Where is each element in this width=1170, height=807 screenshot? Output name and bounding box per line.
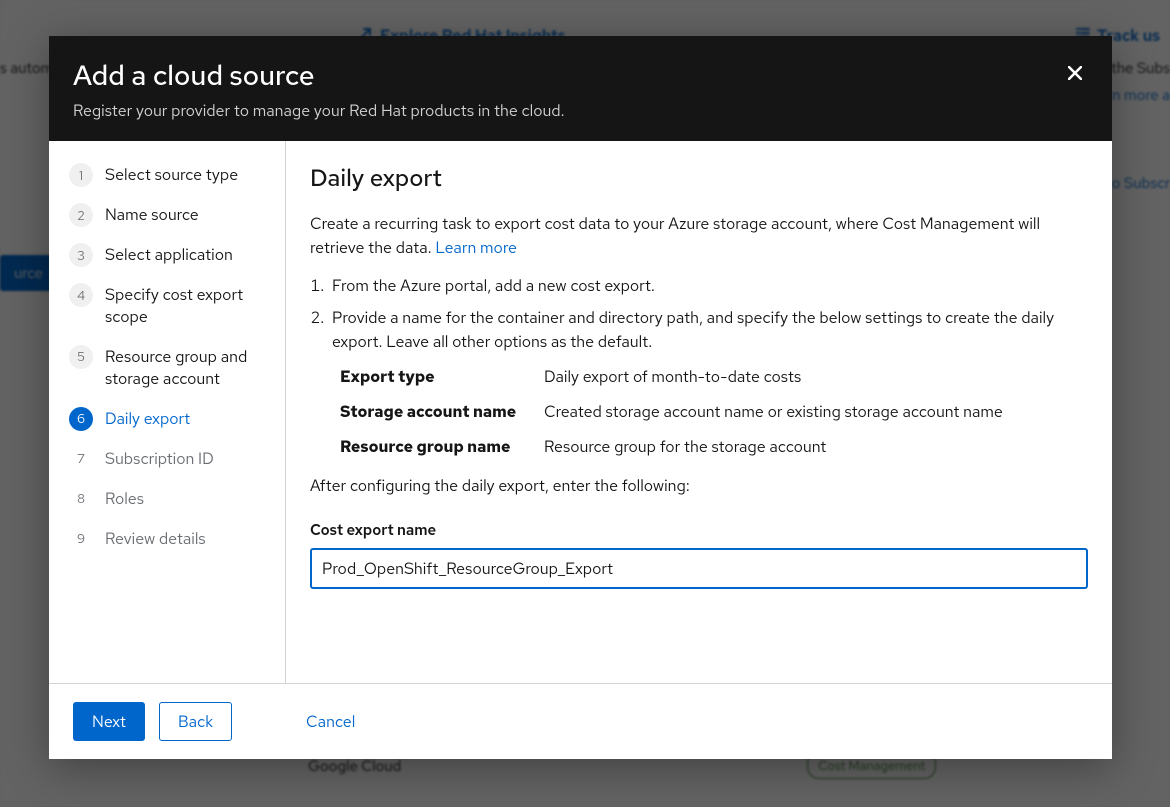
- settings-row: Export type Daily export of month-to-dat…: [340, 366, 1088, 387]
- step-number: 6: [69, 407, 93, 431]
- step-label: Select source type: [105, 163, 238, 186]
- step-select-application[interactable]: 3 Select application: [69, 243, 267, 267]
- step-daily-export[interactable]: 6 Daily export: [69, 407, 267, 431]
- step-number: 2: [69, 203, 93, 227]
- step-label: Daily export: [105, 407, 190, 430]
- content-description: Create a recurring task to export cost d…: [310, 212, 1088, 260]
- instruction-1: From the Azure portal, add a new cost ex…: [328, 274, 1088, 298]
- content-title: Daily export: [310, 163, 1088, 194]
- step-roles: 8 Roles: [69, 487, 267, 511]
- step-name-source[interactable]: 2 Name source: [69, 203, 267, 227]
- add-cloud-source-modal: Add a cloud source Register your provide…: [49, 36, 1112, 759]
- storage-account-label: Storage account name: [340, 401, 544, 422]
- instruction-2: Provide a name for the container and dir…: [328, 306, 1088, 354]
- cost-export-name-label: Cost export name: [310, 520, 1088, 540]
- resource-group-label: Resource group name: [340, 436, 544, 457]
- next-button[interactable]: Next: [73, 702, 145, 741]
- cost-export-name-input[interactable]: [310, 548, 1088, 589]
- learn-more-link[interactable]: Learn more: [435, 237, 517, 258]
- step-specify-cost-export-scope[interactable]: 4 Specify cost export scope: [69, 283, 267, 329]
- back-button[interactable]: Back: [159, 702, 232, 741]
- close-button[interactable]: [1058, 54, 1092, 92]
- export-settings-table: Export type Daily export of month-to-dat…: [340, 366, 1088, 457]
- step-number: 7: [69, 447, 93, 471]
- step-label: Specify cost export scope: [105, 283, 267, 329]
- modal-subtitle: Register your provider to manage your Re…: [73, 100, 1088, 121]
- settings-row: Storage account name Created storage acc…: [340, 401, 1088, 422]
- step-label: Roles: [105, 487, 144, 510]
- modal-title: Add a cloud source: [73, 56, 1088, 94]
- wizard-content: Daily export Create a recurring task to …: [286, 141, 1112, 683]
- export-type-value: Daily export of month-to-date costs: [544, 366, 801, 387]
- settings-row: Resource group name Resource group for t…: [340, 436, 1088, 457]
- modal-header: Add a cloud source Register your provide…: [49, 36, 1112, 141]
- description-text: Create a recurring task to export cost d…: [310, 213, 1040, 258]
- modal-body: 1 Select source type 2 Name source 3 Sel…: [49, 141, 1112, 683]
- export-type-label: Export type: [340, 366, 544, 387]
- step-label: Subscription ID: [105, 447, 214, 470]
- modal-footer: Next Back Cancel: [49, 683, 1112, 759]
- step-resource-group[interactable]: 5 Resource group and storage account: [69, 345, 267, 391]
- step-select-source-type[interactable]: 1 Select source type: [69, 163, 267, 187]
- storage-account-value: Created storage account name or existing…: [544, 401, 1003, 422]
- step-subscription-id: 7 Subscription ID: [69, 447, 267, 471]
- step-number: 1: [69, 163, 93, 187]
- step-label: Select application: [105, 243, 233, 266]
- step-label: Resource group and storage account: [105, 345, 267, 391]
- wizard-sidebar: 1 Select source type 2 Name source 3 Sel…: [49, 141, 286, 683]
- after-configuring-text: After configuring the daily export, ente…: [310, 475, 1088, 496]
- resource-group-value: Resource group for the storage account: [544, 436, 826, 457]
- step-review-details: 9 Review details: [69, 527, 267, 551]
- step-number: 4: [69, 283, 93, 307]
- step-number: 3: [69, 243, 93, 267]
- step-number: 5: [69, 345, 93, 369]
- close-icon: [1068, 60, 1082, 85]
- step-number: 9: [69, 527, 93, 551]
- step-label: Name source: [105, 203, 199, 226]
- cancel-button[interactable]: Cancel: [288, 703, 373, 740]
- step-label: Review details: [105, 527, 206, 550]
- step-number: 8: [69, 487, 93, 511]
- instructions-list: From the Azure portal, add a new cost ex…: [310, 274, 1088, 354]
